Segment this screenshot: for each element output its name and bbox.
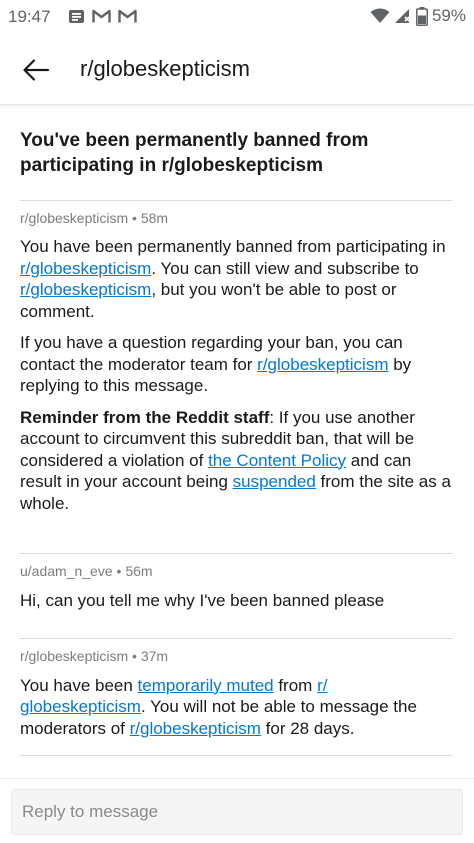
text-span: You have been permanently banned from pa… <box>20 237 446 256</box>
message-paragraph: You have been permanently banned from pa… <box>20 236 452 322</box>
message-author[interactable]: u/adam_n_eve <box>20 563 113 579</box>
reply-input[interactable] <box>11 789 463 835</box>
message-item: r/globeskepticism • 58m You have been pe… <box>20 201 452 554</box>
message-time: 56m <box>125 563 153 579</box>
gmail-icon <box>118 9 137 29</box>
status-time: 19:47 <box>8 7 51 26</box>
subreddit-link[interactable]: r/globeskepticism <box>20 280 151 299</box>
message-author[interactable]: r/globeskepticism <box>20 648 128 664</box>
notification-icons <box>68 9 137 29</box>
message-item: r/globeskepticism • 37m You have been te… <box>20 639 452 756</box>
message-author[interactable]: r/globeskepticism <box>20 210 128 226</box>
message-thread: You've been permanently banned from part… <box>20 104 452 756</box>
text-span: You have been <box>20 675 138 695</box>
wifi-icon <box>370 8 390 24</box>
text-span: for 28 days. <box>260 718 355 738</box>
battery-icon <box>416 6 428 26</box>
temporarily-muted-link[interactable]: temporarily muted <box>138 676 274 695</box>
back-button[interactable] <box>20 54 52 86</box>
thread-subject: You've been permanently banned from part… <box>20 104 452 201</box>
message-time: 58m <box>140 210 169 226</box>
app-header: r/globeskepticism <box>0 34 474 105</box>
meta-separator: • <box>132 210 137 226</box>
page-title: r/globeskepticism <box>80 56 250 81</box>
message-icon <box>68 9 85 29</box>
message-paragraph: You have been temporarily muted from r/ … <box>20 675 452 740</box>
message-body: Hi, can you tell me why I've been banned… <box>20 591 385 610</box>
content-policy-link[interactable]: the Content Policy <box>208 451 346 470</box>
message-meta: u/adam_n_eve • 56m <box>20 563 452 579</box>
suspended-link[interactable]: suspended <box>233 472 316 491</box>
status-bar: 19:47 59% <box>0 0 474 34</box>
subreddit-link[interactable]: r/globeskepticism <box>130 719 261 738</box>
battery-percent: 59% <box>431 6 466 25</box>
gmail-icon <box>92 9 111 29</box>
subreddit-link[interactable]: r/globeskepticism <box>257 355 388 374</box>
text-span: from <box>273 675 318 695</box>
reply-bar <box>0 778 474 843</box>
text-span: . You can still view and subscribe to <box>151 258 419 278</box>
message-meta: r/globeskepticism • 37m <box>20 648 452 664</box>
meta-separator: • <box>116 563 122 579</box>
subreddit-link[interactable]: r/globeskepticism <box>20 259 151 278</box>
meta-separator: • <box>132 647 137 664</box>
message-meta: r/globeskepticism • 58m <box>20 210 452 226</box>
cellular-signal-icon <box>394 8 412 24</box>
back-arrow-icon <box>20 59 52 90</box>
message-time: 37m <box>140 647 169 664</box>
message-item: u/adam_n_eve • 56m Hi, can you tell me w… <box>20 554 452 639</box>
message-paragraph: If you have a question regarding your ba… <box>20 332 452 397</box>
staff-reminder-label: Reminder from the Reddit staff <box>20 407 270 427</box>
status-indicators: 59% <box>370 6 466 26</box>
message-paragraph: Reminder from the Reddit staff: If you u… <box>20 407 452 515</box>
